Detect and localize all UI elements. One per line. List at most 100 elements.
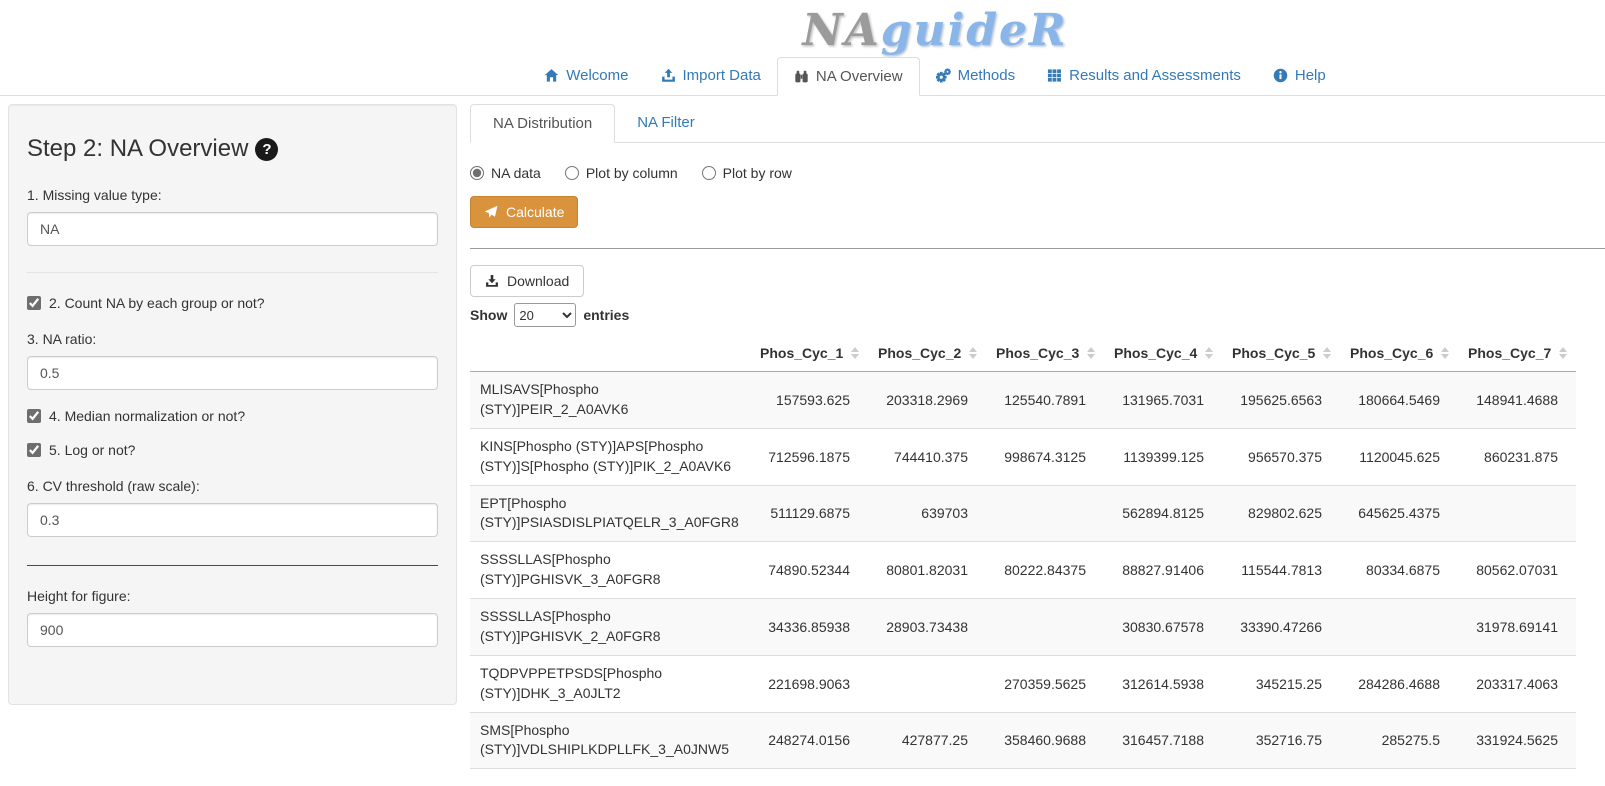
column-header-phos-cyc-7[interactable]: Phos_Cyc_7 (1458, 335, 1576, 372)
home-icon (544, 68, 559, 83)
download-button[interactable]: Download (470, 265, 584, 297)
tab-na-filter[interactable]: NA Filter (615, 104, 717, 142)
table-row: SSSSLLAS[Phospho (STY)]PGHISVK_2_A0FGR8 … (470, 599, 1576, 656)
missing-value-type-label: 1. Missing value type: (27, 187, 438, 203)
radio-na-data-input[interactable] (470, 166, 484, 180)
value-cell: 80334.6875 (1340, 542, 1458, 599)
column-header-phos-cyc-5[interactable]: Phos_Cyc_5 (1222, 335, 1340, 372)
value-cell: 74890.52344 (750, 542, 868, 599)
download-label: Download (507, 273, 569, 289)
peptide-name-cell: SSSSLLAS[Phospho (STY)]PGHISVK_3_A0FGR8 (470, 542, 750, 599)
peptide-name-cell: SMS[Phospho (STY)]VDLSHIPLKDPLLFK_3_A0JN… (470, 712, 750, 769)
sort-icons (1087, 347, 1095, 359)
column-header-phos-cyc-1[interactable]: Phos_Cyc_1 (750, 335, 868, 372)
binoculars-icon (794, 69, 809, 84)
sort-icons (1205, 347, 1213, 359)
nav-item-help[interactable]: Help (1257, 57, 1342, 95)
nav-label: Welcome (566, 67, 628, 84)
column-header-phos-cyc-4[interactable]: Phos_Cyc_4 (1104, 335, 1222, 372)
column-header-phos-cyc-3[interactable]: Phos_Cyc_3 (986, 335, 1104, 372)
nav-item-methods[interactable]: Methods (920, 57, 1032, 95)
table-row: SSSSLLAS[Phospho (STY)]PGHISVK_3_A0FGR8 … (470, 542, 1576, 599)
sort-icons (1323, 347, 1331, 359)
value-cell: 645625.4375 (1340, 485, 1458, 542)
value-cell: 712596.1875 (750, 428, 868, 485)
sidebar-title-text: Step 2: NA Overview (27, 135, 248, 162)
table-row: KINS[Phospho (STY)]APS[Phospho (STY)]S[P… (470, 428, 1576, 485)
value-cell: 270359.5625 (986, 655, 1104, 712)
main-divider (470, 248, 1605, 249)
value-cell: 427877.25 (868, 712, 986, 769)
entries-label: entries (583, 307, 629, 323)
logo-na-part: NA (802, 5, 880, 56)
na-ratio-label: 3. NA ratio: (27, 331, 438, 347)
value-cell: 1139399.125 (1104, 428, 1222, 485)
info-circle-icon (1273, 68, 1288, 83)
value-cell: 115544.7813 (1222, 542, 1340, 599)
count-na-label: 2. Count NA by each group or not? (49, 295, 265, 311)
median-normalization-checkbox-row[interactable]: 4. Median normalization or not? (27, 408, 438, 424)
value-cell: 33390.47266 (1222, 599, 1340, 656)
peptide-name-cell: EPT[Phospho (STY)]PSIASDISLPIATQELR_3_A0… (470, 485, 750, 542)
show-label: Show (470, 307, 507, 323)
cv-threshold-input[interactable] (27, 503, 438, 537)
radio-label: NA data (491, 165, 541, 181)
entries-select[interactable]: 20 (514, 303, 576, 327)
sort-icons (1559, 347, 1567, 359)
table-row: SMS[Phospho (STY)]VDLSHIPLKDPLLFK_3_A0JN… (470, 712, 1576, 769)
nav-item-na-overview[interactable]: NA Overview (777, 57, 920, 95)
value-cell: 28903.73438 (868, 599, 986, 656)
value-cell: 34336.85938 (750, 599, 868, 656)
value-cell: 80562.07031 (1458, 542, 1576, 599)
count-na-checkbox[interactable] (27, 296, 41, 310)
sort-icons (969, 347, 977, 359)
value-cell: 157593.625 (750, 372, 868, 429)
nav-item-welcome[interactable]: Welcome (528, 57, 644, 95)
value-cell: 998674.3125 (986, 428, 1104, 485)
median-normalization-checkbox[interactable] (27, 409, 41, 423)
radio-label: Plot by row (723, 165, 792, 181)
log-checkbox[interactable] (27, 443, 41, 457)
table-row: EPT[Phospho (STY)]PSIASDISLPIATQELR_3_A0… (470, 485, 1576, 542)
value-cell: 860231.875 (1458, 428, 1576, 485)
radio-plot-by-row-input[interactable] (702, 166, 716, 180)
count-na-checkbox-row[interactable]: 2. Count NA by each group or not? (27, 295, 438, 311)
column-header-phos-cyc-2[interactable]: Phos_Cyc_2 (868, 335, 986, 372)
calculate-button[interactable]: Calculate (470, 196, 578, 228)
value-cell (986, 599, 1104, 656)
download-icon (485, 274, 499, 288)
radio-label: Plot by column (586, 165, 678, 181)
value-cell: 148941.4688 (1458, 372, 1576, 429)
value-cell: 284286.4688 (1340, 655, 1458, 712)
nav-item-import-data[interactable]: Import Data (645, 57, 777, 95)
log-checkbox-row[interactable]: 5. Log or not? (27, 442, 438, 458)
missing-value-type-input[interactable] (27, 212, 438, 246)
radio-plot-by-column-input[interactable] (565, 166, 579, 180)
column-header-phos-cyc-6[interactable]: Phos_Cyc_6 (1340, 335, 1458, 372)
nav-label: Methods (958, 67, 1016, 84)
column-header-rowname (470, 335, 750, 372)
value-cell: 88827.91406 (1104, 542, 1222, 599)
table-row: TQDPVPPETPSDS[Phospho (STY)]DHK_3_A0JLT2… (470, 655, 1576, 712)
calculate-label: Calculate (506, 204, 564, 220)
question-circle-icon[interactable]: ? (255, 138, 278, 161)
figure-height-input[interactable] (27, 613, 438, 647)
peptide-name-cell: SSSSLLAS[Phospho (STY)]PGHISVK_2_A0FGR8 (470, 599, 750, 656)
radio-na-data[interactable]: NA data (470, 165, 541, 181)
peptide-name-cell: MLISAVS[Phospho (STY)]PEIR_2_A0AVK6 (470, 372, 750, 429)
radio-plot-by-row[interactable]: Plot by row (702, 165, 792, 181)
tab-na-distribution[interactable]: NA Distribution (470, 104, 615, 142)
value-cell: 248274.0156 (750, 712, 868, 769)
value-cell: 180664.5469 (1340, 372, 1458, 429)
gears-icon (936, 68, 951, 83)
value-cell: 331924.5625 (1458, 712, 1576, 769)
nav-label: NA Overview (816, 68, 903, 85)
value-cell (868, 655, 986, 712)
subtab-bar: NA Distribution NA Filter (470, 104, 1605, 143)
radio-plot-by-column[interactable]: Plot by column (565, 165, 678, 181)
nav-item-results[interactable]: Results and Assessments (1031, 57, 1257, 95)
nav-label: Help (1295, 67, 1326, 84)
nav-label: Import Data (683, 67, 761, 84)
value-cell: 312614.5938 (1104, 655, 1222, 712)
na-ratio-input[interactable] (27, 356, 438, 390)
